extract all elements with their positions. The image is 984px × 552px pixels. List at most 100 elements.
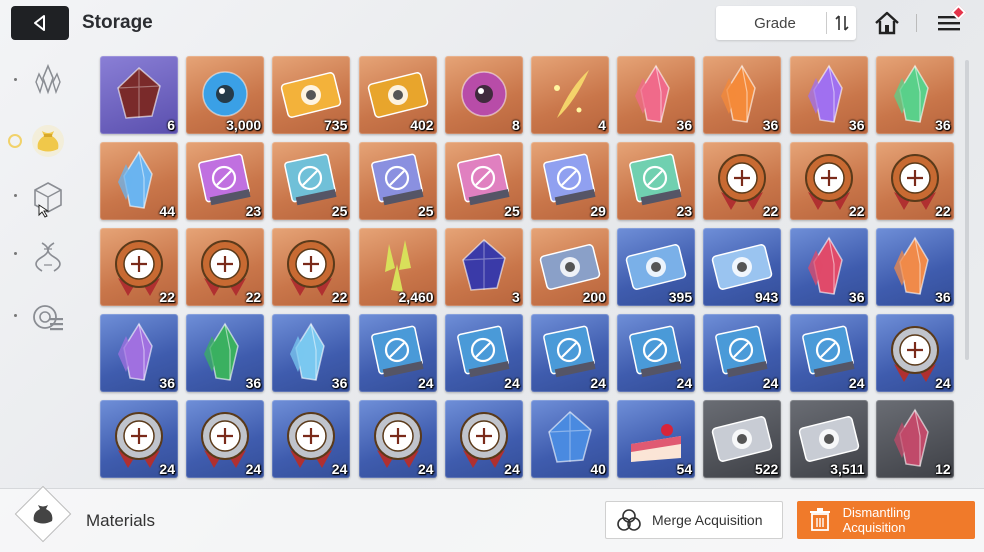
inventory-item-slot[interactable]: 36 bbox=[272, 314, 351, 392]
inventory-item-slot[interactable]: 735 bbox=[272, 56, 351, 134]
inventory-item-slot[interactable]: 24 bbox=[703, 314, 782, 392]
inventory-item-slot[interactable]: 3,000 bbox=[186, 56, 265, 134]
pouch-icon bbox=[32, 125, 64, 157]
inventory-item-slot[interactable]: 36 bbox=[186, 314, 265, 392]
item-quantity: 522 bbox=[754, 461, 779, 477]
inventory-item-slot[interactable]: 2,460 bbox=[358, 228, 437, 306]
menu-button[interactable] bbox=[930, 4, 968, 40]
inventory-item-slot[interactable]: 24 bbox=[272, 400, 351, 478]
page-title: Storage bbox=[82, 12, 153, 33]
dismantling-acquisition-button[interactable]: Dismantling Acquisition bbox=[797, 501, 975, 539]
inventory-item-slot[interactable]: 36 bbox=[703, 56, 782, 134]
item-quantity: 200 bbox=[582, 289, 606, 305]
item-quantity: 24 bbox=[417, 375, 434, 391]
inventory-item-slot[interactable]: 23 bbox=[617, 142, 696, 220]
item-quantity: 24 bbox=[504, 461, 520, 477]
inventory-item-slot[interactable]: 24 bbox=[444, 314, 523, 392]
merge-acquisition-label: Merge Acquisition bbox=[652, 512, 763, 528]
inventory-item-slot[interactable]: 29 bbox=[530, 142, 609, 220]
item-quantity: 40 bbox=[590, 461, 606, 477]
dna-helix-icon bbox=[35, 242, 61, 272]
item-quantity: 36 bbox=[935, 289, 951, 305]
item-quantity: 36 bbox=[159, 375, 175, 391]
inventory-item-slot[interactable]: 36 bbox=[617, 56, 696, 134]
item-quantity: 4 bbox=[598, 117, 606, 133]
home-button[interactable] bbox=[870, 6, 904, 40]
grid-scrollbar[interactable] bbox=[965, 60, 969, 360]
item-quantity: 44 bbox=[159, 203, 175, 219]
sidebar-item-equipment[interactable] bbox=[20, 294, 76, 340]
inventory-item-slot[interactable]: 24 bbox=[100, 400, 178, 478]
inventory-item-slot[interactable]: 22 bbox=[703, 142, 782, 220]
item-quantity: 22 bbox=[159, 289, 175, 305]
sort-grade-button[interactable]: Grade bbox=[716, 6, 856, 40]
sidebar-item-genes[interactable] bbox=[20, 234, 76, 280]
item-quantity: 24 bbox=[848, 375, 865, 391]
merge-acquisition-button[interactable]: Merge Acquisition bbox=[605, 501, 783, 539]
inventory-item-slot[interactable]: 22 bbox=[789, 142, 868, 220]
inventory-item-slot[interactable]: 395 bbox=[617, 228, 696, 306]
inventory-item-slot[interactable]: 25 bbox=[272, 142, 351, 220]
item-grid: 6 3,000 735 402 8 4 36 36 36 36 44 23 25… bbox=[100, 56, 958, 478]
inventory-item-slot[interactable]: 24 bbox=[358, 400, 437, 478]
inventory-item-slot[interactable]: 36 bbox=[875, 228, 954, 306]
inventory-item-slot[interactable]: 23 bbox=[186, 142, 265, 220]
item-quantity: 12 bbox=[935, 461, 951, 477]
sort-order-icon[interactable] bbox=[826, 12, 856, 34]
inventory-item-slot[interactable]: 40 bbox=[530, 400, 609, 478]
sidebar-item-materials[interactable] bbox=[20, 116, 76, 162]
inventory-item-slot[interactable]: 24 bbox=[875, 314, 954, 392]
inventory-item-slot[interactable]: 3 bbox=[444, 228, 523, 306]
trash-icon bbox=[809, 508, 830, 531]
inventory-item-slot[interactable]: 4 bbox=[530, 56, 609, 134]
sidebar-tick bbox=[14, 314, 17, 317]
inventory-item-slot[interactable]: 3,511 bbox=[789, 400, 868, 478]
inventory-item-slot[interactable]: 36 bbox=[789, 228, 868, 306]
footer-bar: Materials Merge Acquisition Dismantling … bbox=[0, 485, 984, 552]
sidebar-tick bbox=[14, 252, 17, 255]
inventory-item-slot[interactable]: 24 bbox=[530, 314, 609, 392]
item-quantity: 29 bbox=[590, 203, 606, 219]
item-quantity: 3,000 bbox=[226, 117, 262, 133]
item-quantity: 2,460 bbox=[398, 289, 434, 305]
inventory-item-slot[interactable]: 36 bbox=[789, 56, 868, 134]
inventory-item-slot[interactable]: 200 bbox=[530, 228, 609, 306]
sidebar-item-boxes[interactable] bbox=[20, 176, 76, 222]
inventory-item-slot[interactable]: 25 bbox=[444, 142, 523, 220]
inventory-item-slot[interactable]: 12 bbox=[875, 400, 954, 478]
item-quantity: 36 bbox=[762, 117, 779, 133]
inventory-item-slot[interactable]: 943 bbox=[703, 228, 782, 306]
gear-list-icon bbox=[33, 305, 63, 331]
inventory-item-slot[interactable]: 24 bbox=[358, 314, 437, 392]
merge-circles-icon bbox=[617, 509, 641, 531]
item-quantity: 395 bbox=[668, 289, 693, 305]
inventory-item-slot[interactable]: 22 bbox=[100, 228, 178, 306]
sidebar-item-crystals[interactable] bbox=[20, 56, 76, 102]
inventory-item-slot[interactable]: 522 bbox=[703, 400, 782, 478]
item-quantity: 36 bbox=[676, 117, 693, 133]
inventory-item-slot[interactable]: 22 bbox=[875, 142, 954, 220]
item-quantity: 25 bbox=[417, 203, 434, 219]
inventory-item-slot[interactable]: 25 bbox=[358, 142, 437, 220]
inventory-item-slot[interactable]: 36 bbox=[100, 314, 178, 392]
inventory-item-slot[interactable]: 22 bbox=[186, 228, 265, 306]
inventory-item-slot[interactable]: 24 bbox=[444, 400, 523, 478]
inventory-item-slot[interactable]: 44 bbox=[100, 142, 178, 220]
item-quantity: 22 bbox=[245, 289, 262, 305]
back-button[interactable] bbox=[11, 6, 69, 40]
inventory-item-slot[interactable]: 24 bbox=[617, 314, 696, 392]
item-quantity: 943 bbox=[754, 289, 779, 305]
inventory-item-slot[interactable]: 402 bbox=[358, 56, 437, 134]
item-quantity: 24 bbox=[159, 461, 175, 477]
inventory-item-slot[interactable]: 22 bbox=[272, 228, 351, 306]
inventory-item-slot[interactable]: 36 bbox=[875, 56, 954, 134]
inventory-item-slot[interactable]: 24 bbox=[186, 400, 265, 478]
inventory-item-slot[interactable]: 6 bbox=[100, 56, 178, 134]
inventory-item-slot[interactable]: 24 bbox=[789, 314, 868, 392]
sidebar-tick bbox=[14, 78, 17, 81]
cube-icon bbox=[34, 182, 62, 218]
inventory-item-slot[interactable]: 8 bbox=[444, 56, 523, 134]
item-quantity: 23 bbox=[676, 203, 693, 219]
item-quantity: 36 bbox=[935, 117, 951, 133]
inventory-item-slot[interactable]: 54 bbox=[617, 400, 696, 478]
